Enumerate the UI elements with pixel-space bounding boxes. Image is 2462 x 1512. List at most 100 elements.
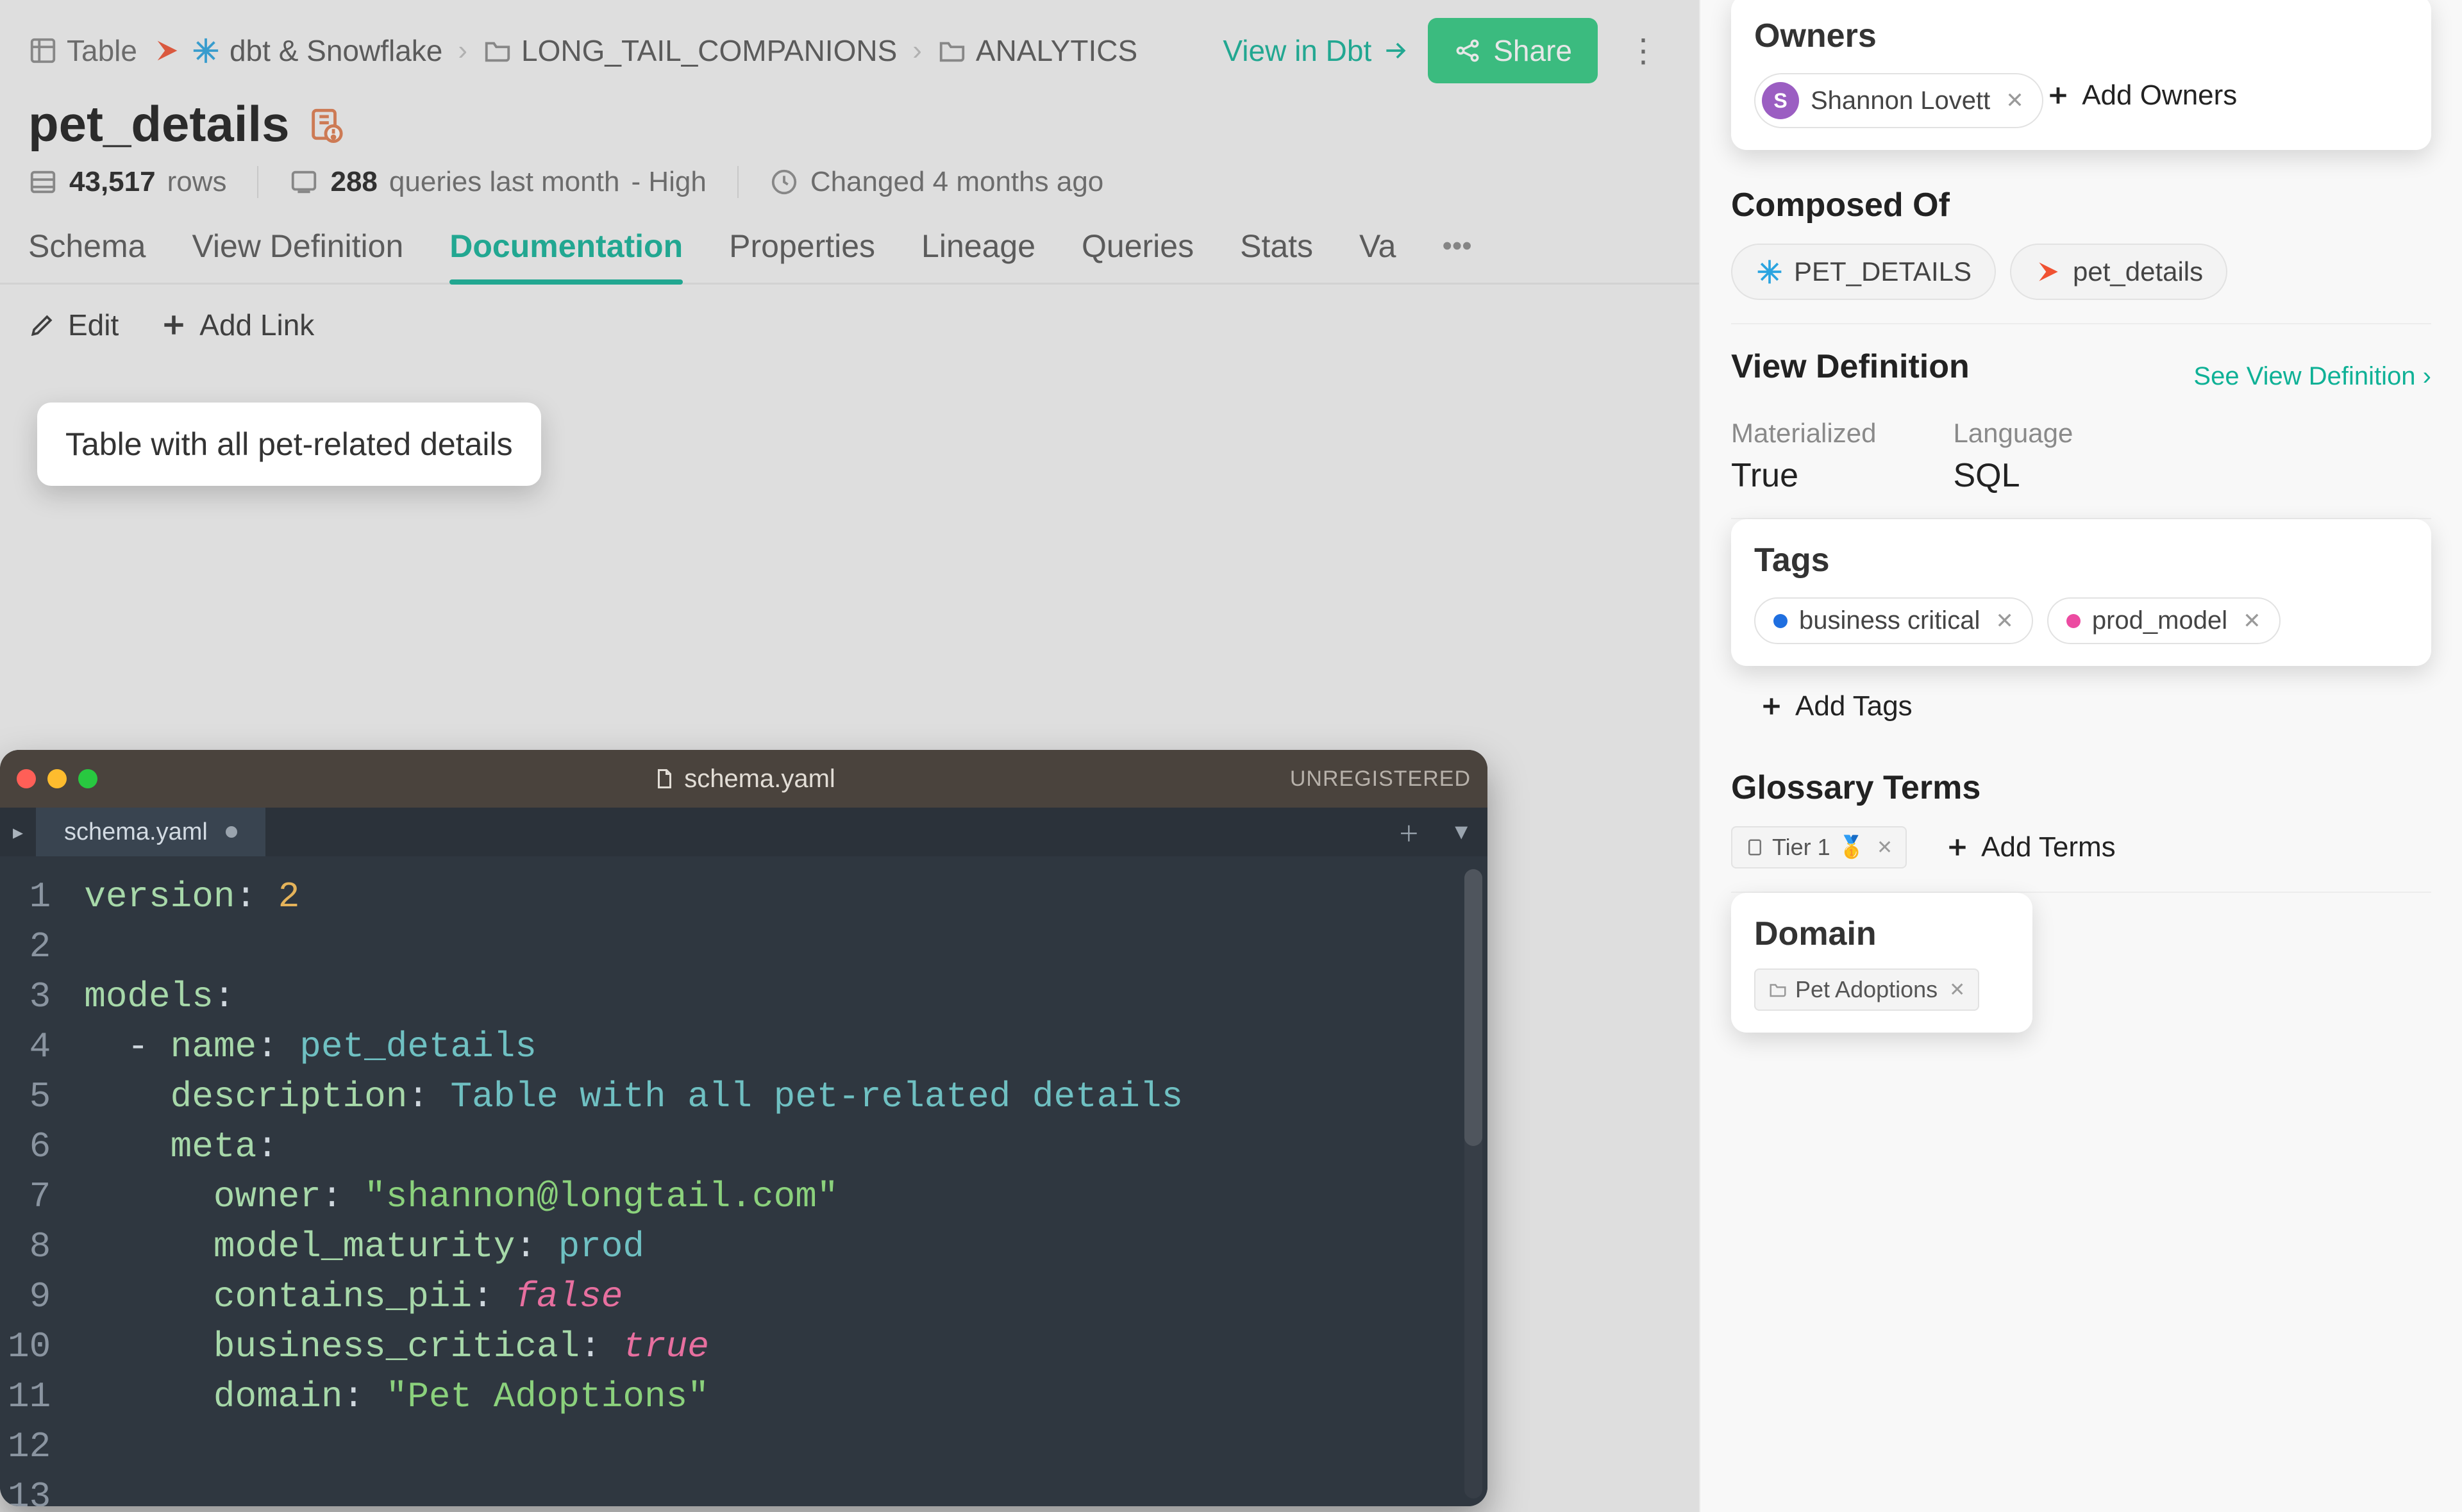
remove-icon[interactable]: ✕ [2006, 88, 2024, 113]
remove-icon[interactable]: ✕ [1995, 608, 2014, 634]
snowflake-icon [1755, 258, 1784, 286]
tab-view-definition[interactable]: View Definition [192, 228, 403, 283]
editor-code[interactable]: version: 2 models: - name: pet_details d… [69, 856, 1487, 1506]
tag-chip[interactable]: business critical ✕ [1754, 597, 2033, 644]
tab-documentation[interactable]: Documentation [449, 228, 683, 283]
table-icon [28, 36, 58, 65]
queries-icon [289, 167, 319, 197]
file-icon [652, 767, 675, 790]
domain-chip[interactable]: Pet Adoptions ✕ [1754, 968, 1979, 1011]
editor-unregistered: UNREGISTERED [1290, 767, 1471, 792]
tag-label: business critical [1799, 606, 1980, 635]
domain-label: Pet Adoptions [1795, 976, 1938, 1003]
add-terms-button[interactable]: Add Terms [1945, 831, 2116, 863]
crumb-type-label: Table [67, 33, 137, 68]
avatar: S [1762, 82, 1799, 119]
glossary-panel: Glossary Terms Tier 1 🥇 ✕ Add Terms [1731, 745, 2431, 893]
glossary-term-chip[interactable]: Tier 1 🥇 ✕ [1731, 826, 1907, 868]
glossary-term-label: Tier 1 [1772, 834, 1830, 861]
share-icon [1453, 37, 1482, 65]
remove-icon[interactable]: ✕ [1877, 836, 1893, 859]
chevron-right-icon: › [912, 35, 922, 67]
viewdef-title: View Definition [1731, 347, 1970, 386]
add-owners-label: Add Owners [2082, 79, 2237, 112]
composed-item-snowflake[interactable]: PET_DETAILS [1731, 244, 1996, 300]
query-count-value: 288 [330, 166, 377, 198]
crumb-schema[interactable]: ANALYTICS [937, 33, 1137, 68]
domain-title: Domain [1754, 915, 2009, 953]
view-in-dbt-label: View in Dbt [1223, 33, 1371, 68]
tags-panel: Tags business critical ✕ prod_model ✕ [1731, 519, 2431, 666]
crumb-source-label: dbt & Snowflake [230, 33, 442, 68]
add-tags-button[interactable]: Add Tags [1731, 679, 1913, 745]
folder-icon [483, 36, 512, 65]
composed-item-label: PET_DETAILS [1794, 256, 1972, 287]
tab-queries[interactable]: Queries [1082, 228, 1194, 283]
tabs: Schema View Definition Documentation Pro… [0, 210, 1699, 285]
tab-properties[interactable]: Properties [729, 228, 875, 283]
owner-name: Shannon Lovett [1811, 87, 1990, 115]
query-count-label: queries last month [389, 166, 620, 198]
folder-icon [1768, 980, 1788, 999]
share-label: Share [1493, 33, 1572, 68]
tab-schema[interactable]: Schema [28, 228, 146, 283]
remove-icon[interactable]: ✕ [2243, 608, 2261, 634]
tag-chip[interactable]: prod_model ✕ [2047, 597, 2281, 644]
row-count: 43,517 rows [28, 166, 226, 198]
last-changed-label: Changed 4 months ago [810, 166, 1103, 198]
more-menu-button[interactable]: ⋮ [1616, 24, 1671, 77]
tab-stats[interactable]: Stats [1240, 228, 1313, 283]
crumb-type[interactable]: Table [28, 33, 137, 68]
edit-button[interactable]: Edit [28, 308, 119, 342]
owners-title: Owners [1754, 17, 2408, 55]
editor-sidebar-toggle[interactable]: ▸ [0, 808, 36, 856]
tabs-overflow[interactable]: ••• [1443, 230, 1472, 280]
rows-icon [28, 167, 58, 197]
folder-icon [937, 36, 967, 65]
tab-validation[interactable]: Va [1359, 228, 1396, 283]
dbt-icon [2034, 258, 2063, 286]
view-in-dbt-link[interactable]: View in Dbt [1223, 33, 1410, 68]
owner-chip[interactable]: S Shannon Lovett ✕ [1754, 73, 2043, 128]
materialized-key: Materialized [1731, 418, 1876, 449]
language-value: SQL [1953, 456, 2073, 495]
composed-item-dbt[interactable]: pet_details [2010, 244, 2227, 300]
add-link-label: Add Link [199, 308, 314, 342]
dbt-icon [153, 36, 182, 65]
breadcrumbs-bar: Table dbt & Snowflake › LONG_TAIL_COMPAN… [0, 0, 1699, 91]
editor-scrollbar[interactable] [1464, 869, 1482, 1499]
editor-gutter: 12345678910111213 [0, 856, 69, 1506]
last-changed: Changed 4 months ago [769, 166, 1103, 198]
page-title: pet_details [28, 95, 289, 153]
view-definition-panel: View Definition See View Definition › Ma… [1731, 324, 2431, 519]
composed-of-panel: Composed Of PET_DETAILS pet_details [1731, 163, 2431, 324]
arrow-right-icon [1382, 37, 1410, 65]
add-owners-button[interactable]: Add Owners [2046, 79, 2237, 112]
clock-icon [769, 167, 799, 197]
share-button[interactable]: Share [1428, 18, 1598, 83]
see-view-definition-link[interactable]: See View Definition › [2193, 362, 2431, 391]
remove-icon[interactable]: ✕ [1949, 979, 1965, 1001]
add-link-button[interactable]: Add Link [160, 308, 314, 342]
chevron-right-icon: › [458, 35, 467, 67]
row-count-label: rows [167, 166, 227, 198]
edit-label: Edit [68, 308, 119, 342]
new-tab-button[interactable]: ＋ [1382, 808, 1435, 856]
domain-panel: Domain Pet Adoptions ✕ [1731, 893, 2032, 1033]
editor-body[interactable]: 12345678910111213 version: 2 models: - n… [0, 856, 1487, 1506]
pencil-icon [28, 311, 56, 339]
add-tags-label: Add Tags [1795, 690, 1913, 722]
editor-titlebar[interactable]: schema.yaml UNREGISTERED [0, 750, 1487, 808]
editor-tab-active[interactable]: schema.yaml [36, 808, 265, 856]
tab-lineage[interactable]: Lineage [921, 228, 1035, 283]
medal-icon: 🥇 [1838, 835, 1865, 860]
crumb-schema-label: ANALYTICS [976, 33, 1137, 68]
editor-tab-label: schema.yaml [64, 818, 208, 846]
tags-title: Tags [1754, 541, 2408, 579]
editor-tabs: ▸ schema.yaml ＋ ▼ [0, 808, 1487, 856]
crumb-db[interactable]: LONG_TAIL_COMPANIONS [483, 33, 897, 68]
tab-list-button[interactable]: ▼ [1435, 808, 1487, 856]
tag-color-icon [1773, 614, 1788, 628]
crumb-source[interactable]: dbt & Snowflake [153, 33, 442, 68]
table-stats: 43,517 rows 288 queries last month - Hig… [0, 160, 1699, 210]
